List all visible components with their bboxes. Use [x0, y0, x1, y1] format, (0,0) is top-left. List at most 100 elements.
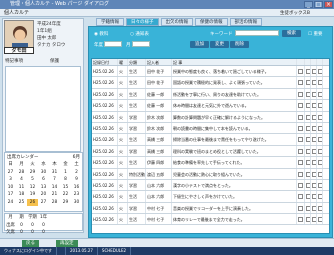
delete-button[interactable]: 削除: [230, 41, 249, 48]
row-checkbox[interactable]: [297, 122, 305, 134]
checkbox-icon[interactable]: [298, 80, 303, 86]
row-checkbox[interactable]: [317, 168, 323, 179]
checkbox-icon[interactable]: [298, 125, 303, 131]
checkbox-icon[interactable]: [318, 137, 322, 143]
calendar-day[interactable]: 18: [16, 191, 27, 199]
calendar-day[interactable]: 29: [27, 169, 38, 177]
row-checkbox[interactable]: [297, 157, 305, 168]
row-checkbox[interactable]: [317, 88, 323, 100]
checkbox-icon[interactable]: [318, 103, 322, 109]
table-row[interactable]: H25.02.26 火学習 高橋 三郎 理科の実験で班のまとめ役として活躍していた。: [92, 145, 329, 158]
calendar-day[interactable]: 11: [16, 184, 27, 192]
calendar-day[interactable]: 16: [71, 184, 82, 192]
row-checkbox[interactable]: [317, 111, 323, 122]
calendar-day[interactable]: 30: [71, 199, 82, 207]
checkbox-icon[interactable]: [298, 182, 303, 188]
table-row[interactable]: H25.02.26 火特別活動 渡辺 五郎 児童会の活動に熱心に取り組んでいた。: [92, 168, 329, 180]
checkbox-icon[interactable]: [318, 205, 322, 211]
row-checkbox[interactable]: [317, 134, 323, 145]
checkbox-icon[interactable]: [318, 217, 322, 223]
calendar-day[interactable]: 26: [27, 198, 38, 206]
tab-3[interactable]: 保健の情報: [195, 18, 228, 26]
table-row[interactable]: H25.02.26 火生活 伊藤 四郎 給食の準備を率先して手伝ってくれた。: [92, 157, 329, 169]
tab-4[interactable]: 部活の情報: [229, 18, 262, 26]
calendar-day[interactable]: 8: [60, 176, 71, 184]
checkbox-icon[interactable]: [318, 69, 322, 74]
tab-2[interactable]: 出欠の情報: [160, 18, 193, 26]
calendar-day[interactable]: 6: [38, 176, 49, 184]
checkbox-icon[interactable]: [298, 171, 303, 177]
calendar-day[interactable]: 4: [16, 176, 27, 184]
table-row[interactable]: H25.02.26 火生活 山本 六郎 下級生にやさしく声をかけていた。: [92, 191, 329, 203]
checkbox-icon[interactable]: [318, 114, 322, 120]
row-checkbox[interactable]: [297, 179, 305, 191]
row-checkbox[interactable]: [317, 214, 323, 225]
checkbox-icon[interactable]: [318, 194, 322, 200]
row-checkbox[interactable]: [317, 157, 323, 168]
checkbox-icon[interactable]: [318, 91, 322, 97]
row-checkbox[interactable]: [317, 191, 323, 202]
table-row[interactable]: H25.02.26 火生活 佐藤 一郎 休み時間は友達と元気に外で遊んでいる。: [92, 100, 329, 112]
edit-button[interactable]: 変更: [210, 41, 229, 48]
table-row[interactable]: H25.02.26 火生活 中村 七子 体育のリレーで最後まで全力で走った。: [92, 214, 329, 226]
year-select[interactable]: [104, 41, 122, 47]
row-checkbox[interactable]: [297, 100, 305, 111]
calendar-day[interactable]: 12: [27, 184, 38, 192]
keyword-input[interactable]: [235, 30, 279, 36]
calendar-day[interactable]: 17: [5, 191, 16, 199]
checkbox-icon[interactable]: [298, 91, 303, 97]
calendar-day[interactable]: 31: [49, 169, 60, 177]
checkbox-icon[interactable]: [298, 114, 303, 120]
checkbox-icon[interactable]: [298, 69, 303, 74]
row-checkbox[interactable]: [297, 88, 305, 100]
row-checkbox[interactable]: [297, 66, 305, 77]
row-checkbox[interactable]: [317, 100, 323, 111]
calendar-day[interactable]: 27: [5, 169, 16, 177]
table-row[interactable]: H25.02.26 火生活 高橋 三郎 掃除当番の仕事を最後まで責任をもってやり遂げた…: [92, 134, 329, 146]
add-button[interactable]: 追加: [190, 41, 209, 48]
month-select[interactable]: [132, 41, 150, 47]
calendar-day[interactable]: 15: [60, 184, 71, 192]
table-row[interactable]: H25.02.26 火学習 山本 六郎 漢字の小テストで満点をとった。: [92, 179, 329, 192]
checkbox-icon[interactable]: [298, 103, 303, 109]
row-checkbox[interactable]: [297, 168, 305, 179]
checkbox-icon[interactable]: [318, 125, 322, 131]
calendar-day[interactable]: 29: [60, 199, 71, 207]
calendar-day[interactable]: 25: [16, 199, 27, 207]
calendar-day[interactable]: 7: [49, 176, 60, 184]
calendar-month[interactable]: 6月: [73, 154, 80, 160]
row-checkbox[interactable]: [297, 77, 305, 88]
calendar-day[interactable]: 20: [38, 191, 49, 199]
row-checkbox[interactable]: [297, 202, 305, 214]
table-row[interactable]: H25.02.26 火学習 鈴木 次郎 朝の読書の時間に集中して本を読んでいる。: [92, 122, 329, 135]
row-checkbox[interactable]: [317, 202, 323, 214]
tab-1[interactable]: 日々の様子: [126, 18, 159, 26]
calendar-day[interactable]: 10: [5, 184, 16, 192]
checkbox-icon[interactable]: [318, 171, 322, 177]
row-checkbox[interactable]: [317, 145, 323, 157]
radio-subject[interactable]: ◉ 教科: [94, 31, 108, 37]
radio-report[interactable]: ○ 通知表: [130, 31, 149, 37]
checkbox-icon[interactable]: [298, 217, 303, 223]
calendar-day[interactable]: 24: [5, 199, 16, 207]
calendar-day[interactable]: 9: [71, 176, 82, 184]
row-checkbox[interactable]: [297, 191, 305, 202]
checkbox-icon[interactable]: [298, 148, 303, 154]
checkbox-icon[interactable]: [298, 194, 303, 200]
checkbox-icon[interactable]: [298, 137, 303, 143]
calendar-day[interactable]: 22: [60, 191, 71, 199]
important-checkbox[interactable]: ☐ 重要: [308, 31, 322, 37]
calendar-day[interactable]: 1: [60, 169, 71, 177]
maximize-icon[interactable]: □: [314, 1, 323, 8]
calendar-day[interactable]: 2: [71, 169, 82, 177]
checkbox-icon[interactable]: [318, 80, 322, 86]
checkbox-icon[interactable]: [298, 160, 303, 166]
row-checkbox[interactable]: [317, 122, 323, 134]
row-checkbox[interactable]: [297, 145, 305, 157]
calendar-day[interactable]: 3: [5, 176, 16, 184]
row-checkbox[interactable]: [297, 111, 305, 122]
checkbox-icon[interactable]: [318, 160, 322, 166]
row-checkbox[interactable]: [317, 66, 323, 77]
table-row[interactable]: H25.02.26 火学習 鈴木 次郎 算数の計算問題が早く正確に解けるようになった。: [92, 111, 329, 123]
calendar-day[interactable]: 14: [49, 184, 60, 192]
